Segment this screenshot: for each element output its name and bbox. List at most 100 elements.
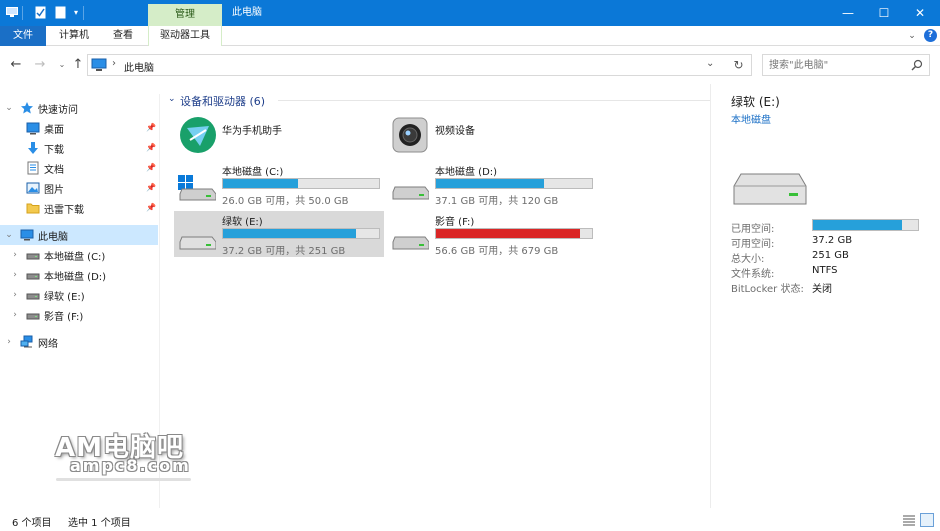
drive-usage-fill [223, 229, 356, 238]
expand-ribbon-icon[interactable]: ⌄ [905, 29, 919, 43]
address-bar[interactable]: › 此电脑 ⌄ [87, 54, 728, 76]
sidebar-item-label: 本地磁盘 (C:) [44, 251, 106, 263]
tiles-view-icon[interactable] [920, 513, 934, 527]
customize-quick-access-icon[interactable]: ▾ [70, 5, 82, 19]
details-free-row: 可用空间: 37.2 GB [731, 235, 931, 250]
drive-tile-c[interactable]: 本地磁盘 (C:) 26.0 GB 可用，共 50.0 GB [174, 161, 384, 207]
details-key: BitLocker 状态: [731, 284, 804, 295]
details-usage-bar [812, 219, 919, 231]
pin-icon[interactable]: 📌 [146, 123, 156, 133]
sidebar-item-drive-c[interactable]: › 本地磁盘 (C:) [0, 245, 158, 265]
device-tile-huawei[interactable]: 华为手机助手 [174, 114, 384, 154]
drive-tile-d[interactable]: 本地磁盘 (D:) 37.1 GB 可用，共 120 GB [387, 161, 597, 207]
drive-icon [26, 308, 40, 322]
drive-name: 影音 (F:) [435, 217, 475, 228]
details-key: 总大小: [731, 254, 765, 265]
minimize-button[interactable]: — [830, 0, 866, 26]
sidebar-item-drive-e[interactable]: › 绿软 (E:) [0, 285, 158, 305]
drive-icon [733, 170, 807, 206]
recent-locations-icon[interactable]: ⌄ [54, 57, 70, 73]
maximize-button[interactable]: ☐ [866, 0, 902, 26]
close-button[interactable]: ✕ [902, 0, 938, 26]
sidebar-item-label: 此电脑 [38, 231, 68, 243]
tab-computer[interactable]: 计算机 [52, 26, 96, 46]
chevron-right-icon[interactable]: › [10, 270, 20, 280]
details-value: 关闭 [812, 284, 832, 295]
details-key: 可用空间: [731, 239, 775, 250]
sidebar-item-drive-d[interactable]: › 本地磁盘 (D:) [0, 265, 158, 285]
sidebar-item-network[interactable]: › 网络 [0, 332, 158, 352]
drive-tile-f[interactable]: 影音 (F:) 56.6 GB 可用，共 679 GB [387, 211, 597, 257]
search-box[interactable] [762, 54, 930, 76]
chevron-right-icon[interactable]: › [10, 290, 20, 300]
group-header-devices-drives[interactable]: ⌄ 设备和驱动器 (6) [166, 92, 858, 108]
chevron-down-icon[interactable]: ⌄ [4, 230, 14, 240]
device-tile-video[interactable]: 视频设备 [387, 114, 597, 154]
breadcrumb-this-pc[interactable]: 此电脑 [124, 59, 154, 74]
new-folder-icon[interactable] [54, 5, 66, 19]
drive-tile-e[interactable]: 绿软 (E:) 37.2 GB 可用，共 251 GB [174, 211, 384, 257]
tab-manage[interactable]: 管理 [148, 4, 222, 26]
sidebar-item-label: 桌面 [44, 124, 64, 136]
tab-file[interactable]: 文件 [0, 26, 46, 46]
search-input[interactable] [769, 58, 907, 72]
title-bar [0, 0, 940, 26]
folder-icon [26, 201, 40, 215]
sidebar-item-drive-f[interactable]: › 影音 (F:) [0, 305, 158, 325]
details-value: 37.2 GB [812, 235, 853, 246]
tab-view[interactable]: 查看 [104, 26, 142, 46]
pin-icon[interactable]: 📌 [146, 163, 156, 173]
sidebar-item-label: 本地磁盘 (D:) [44, 271, 107, 283]
sidebar-item-label: 文档 [44, 164, 64, 176]
drive-usage-bar [435, 178, 593, 189]
pin-icon[interactable]: 📌 [146, 183, 156, 193]
divider [83, 6, 84, 20]
device-name: 华为手机助手 [222, 126, 282, 137]
chevron-right-icon[interactable]: › [4, 337, 14, 347]
refresh-button[interactable]: ↻ [726, 54, 752, 76]
help-icon[interactable]: ? [924, 29, 937, 42]
download-icon [26, 141, 40, 155]
search-icon[interactable] [911, 59, 923, 71]
up-button[interactable]: ↑ [70, 57, 86, 73]
sidebar-item-this-pc[interactable]: ⌄ 此电脑 [0, 225, 158, 245]
drive-usage-fill [223, 179, 298, 188]
chevron-right-icon[interactable]: › [10, 250, 20, 260]
divider [22, 6, 23, 20]
status-bar: 6 个项目 选中 1 个项目 [0, 508, 940, 531]
drive-name: 本地磁盘 (D:) [435, 167, 498, 178]
status-selection: 选中 1 个项目 [68, 518, 131, 529]
pin-icon[interactable]: 📌 [146, 143, 156, 153]
address-dropdown-icon[interactable]: ⌄ [706, 58, 714, 69]
sidebar-item-label: 绿软 (E:) [44, 291, 85, 303]
drive-icon [178, 175, 217, 201]
tab-drive-tools[interactable]: 驱动器工具 [148, 26, 222, 46]
sidebar-item-label: 迅雷下载 [44, 204, 84, 216]
computer-icon [6, 5, 18, 19]
drive-icon [178, 225, 217, 251]
sidebar-item-desktop[interactable]: 桌面 📌 [0, 118, 158, 138]
drive-usage-bar [222, 228, 380, 239]
sidebar-item-documents[interactable]: 文档 📌 [0, 158, 158, 178]
star-icon [20, 101, 34, 115]
properties-icon[interactable] [34, 5, 46, 19]
desktop-icon [26, 121, 40, 135]
sidebar-item-quick-access[interactable]: ⌄ 快速访问 [0, 98, 158, 118]
chevron-right-icon[interactable]: › [10, 310, 20, 320]
back-button[interactable]: ← [8, 57, 24, 73]
sidebar-item-pictures[interactable]: 图片 📌 [0, 178, 158, 198]
pin-icon[interactable]: 📌 [146, 203, 156, 213]
sidebar-item-label: 图片 [44, 184, 64, 196]
details-usage-fill [813, 220, 903, 230]
sidebar-item-downloads[interactable]: 下载 📌 [0, 138, 158, 158]
forward-button[interactable]: → [32, 57, 48, 73]
chevron-down-icon[interactable]: ⌄ [168, 94, 176, 104]
details-view-icon[interactable] [902, 514, 916, 526]
drive-space-info: 26.0 GB 可用，共 50.0 GB [222, 196, 349, 207]
sidebar-item-label: 网络 [38, 338, 58, 350]
chevron-down-icon[interactable]: ⌄ [4, 103, 14, 113]
sidebar-item-thunder-downloads[interactable]: 迅雷下载 📌 [0, 198, 158, 218]
drive-icon [26, 248, 40, 262]
drive-space-info: 37.1 GB 可用，共 120 GB [435, 196, 559, 207]
group-label: 设备和驱动器 (6) [180, 95, 266, 108]
